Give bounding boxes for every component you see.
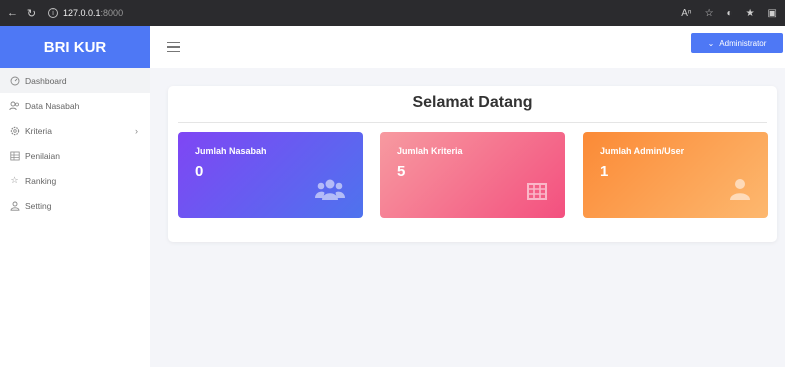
sidebar-menu: Dashboard Data Nasabah Kriteria › Penila… [0,68,150,218]
favorites-icon[interactable]: ★ [746,8,755,19]
menu-toggle-icon[interactable] [167,42,180,52]
sidebar-item-label: Penilaian [25,150,60,161]
extension-icon[interactable]: ◐ [727,8,733,19]
favorite-add-icon[interactable]: ☆ [705,8,714,19]
reload-icon[interactable]: ↻ [25,7,38,20]
back-icon[interactable]: ← [6,7,19,20]
sidebar-item-label: Kriteria [25,125,52,136]
read-aloud-icon[interactable]: Aⁿ [681,8,691,19]
sidebar-item-data-nasabah[interactable]: Data Nasabah [0,93,150,118]
sidebar-item-label: Setting [25,200,52,211]
gauge-icon [9,75,20,86]
stat-value: 5 [397,163,406,180]
collections-icon[interactable]: ▣ [768,8,777,19]
gear-icon [9,125,20,136]
stat-card-kriteria: Jumlah Kriteria 5 [380,132,565,218]
address-bar[interactable]: i 127.0.0.1:8000 [48,8,123,18]
table-icon [527,183,547,200]
sidebar-item-label: Data Nasabah [25,100,80,111]
star-icon: ☆ [10,175,19,185]
site-info-icon[interactable]: i [48,8,58,18]
stat-card-nasabah: Jumlah Nasabah 0 [178,132,363,218]
sidebar: BRI KUR Dashboard Data Nasabah Kriteria … [0,26,150,367]
page-title: Selamat Datang [412,94,533,111]
stat-label: Jumlah Nasabah [195,146,267,156]
users-icon [315,179,345,200]
sidebar-item-kriteria[interactable]: Kriteria › [0,118,150,143]
sidebar-item-penilaian[interactable]: Penilaian [0,143,150,168]
brand-logo[interactable]: BRI KUR [0,26,150,68]
user-icon [730,179,750,200]
welcome-card: Selamat Datang Jumlah Nasabah 0 Jumlah K… [168,86,777,242]
user-icon [9,200,20,211]
divider [178,122,767,123]
users-icon [9,100,20,111]
sidebar-item-ranking[interactable]: ☆ Ranking [0,168,150,193]
chevron-down-icon: ⌄ [707,38,715,48]
sidebar-item-label: Ranking [25,175,57,186]
stat-label: Jumlah Admin/User [600,146,685,156]
sidebar-item-dashboard[interactable]: Dashboard [0,68,150,93]
chevron-right-icon: › [135,125,138,136]
stat-card-admin: Jumlah Admin/User 1 [583,132,768,218]
sidebar-item-setting[interactable]: Setting [0,193,150,218]
topbar: ⌄ Administrator [150,26,785,68]
url-port: :8000 [100,8,124,18]
url-host: 127.0.0.1 [63,8,101,18]
sidebar-item-label: Dashboard [25,75,67,86]
stat-label: Jumlah Kriteria [397,146,463,156]
browser-toolbar: ← ↻ i 127.0.0.1:8000 Aⁿ ☆ ◐ ★ ▣ [0,0,785,26]
admin-dropdown-button[interactable]: ⌄ Administrator [691,33,783,53]
admin-label: Administrator [719,38,767,48]
table-icon [9,150,20,161]
